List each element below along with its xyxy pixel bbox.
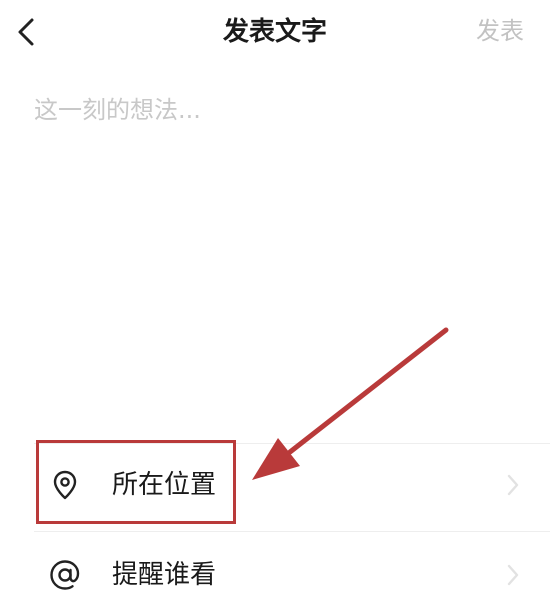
chevron-right-icon <box>506 562 520 588</box>
divider <box>34 531 550 532</box>
location-label: 所在位置 <box>112 470 217 500</box>
mention-row[interactable]: 提醒谁看 <box>34 536 550 616</box>
header: 发表文字 发表 <box>0 0 550 64</box>
divider <box>34 443 550 444</box>
location-row[interactable]: 所在位置 <box>34 446 550 526</box>
post-text-input[interactable] <box>34 90 514 310</box>
publish-button[interactable]: 发表 <box>456 6 544 56</box>
mention-label: 提醒谁看 <box>112 560 217 590</box>
location-pin-icon <box>48 468 82 502</box>
at-sign-icon <box>48 558 82 592</box>
chevron-right-icon <box>506 472 520 498</box>
